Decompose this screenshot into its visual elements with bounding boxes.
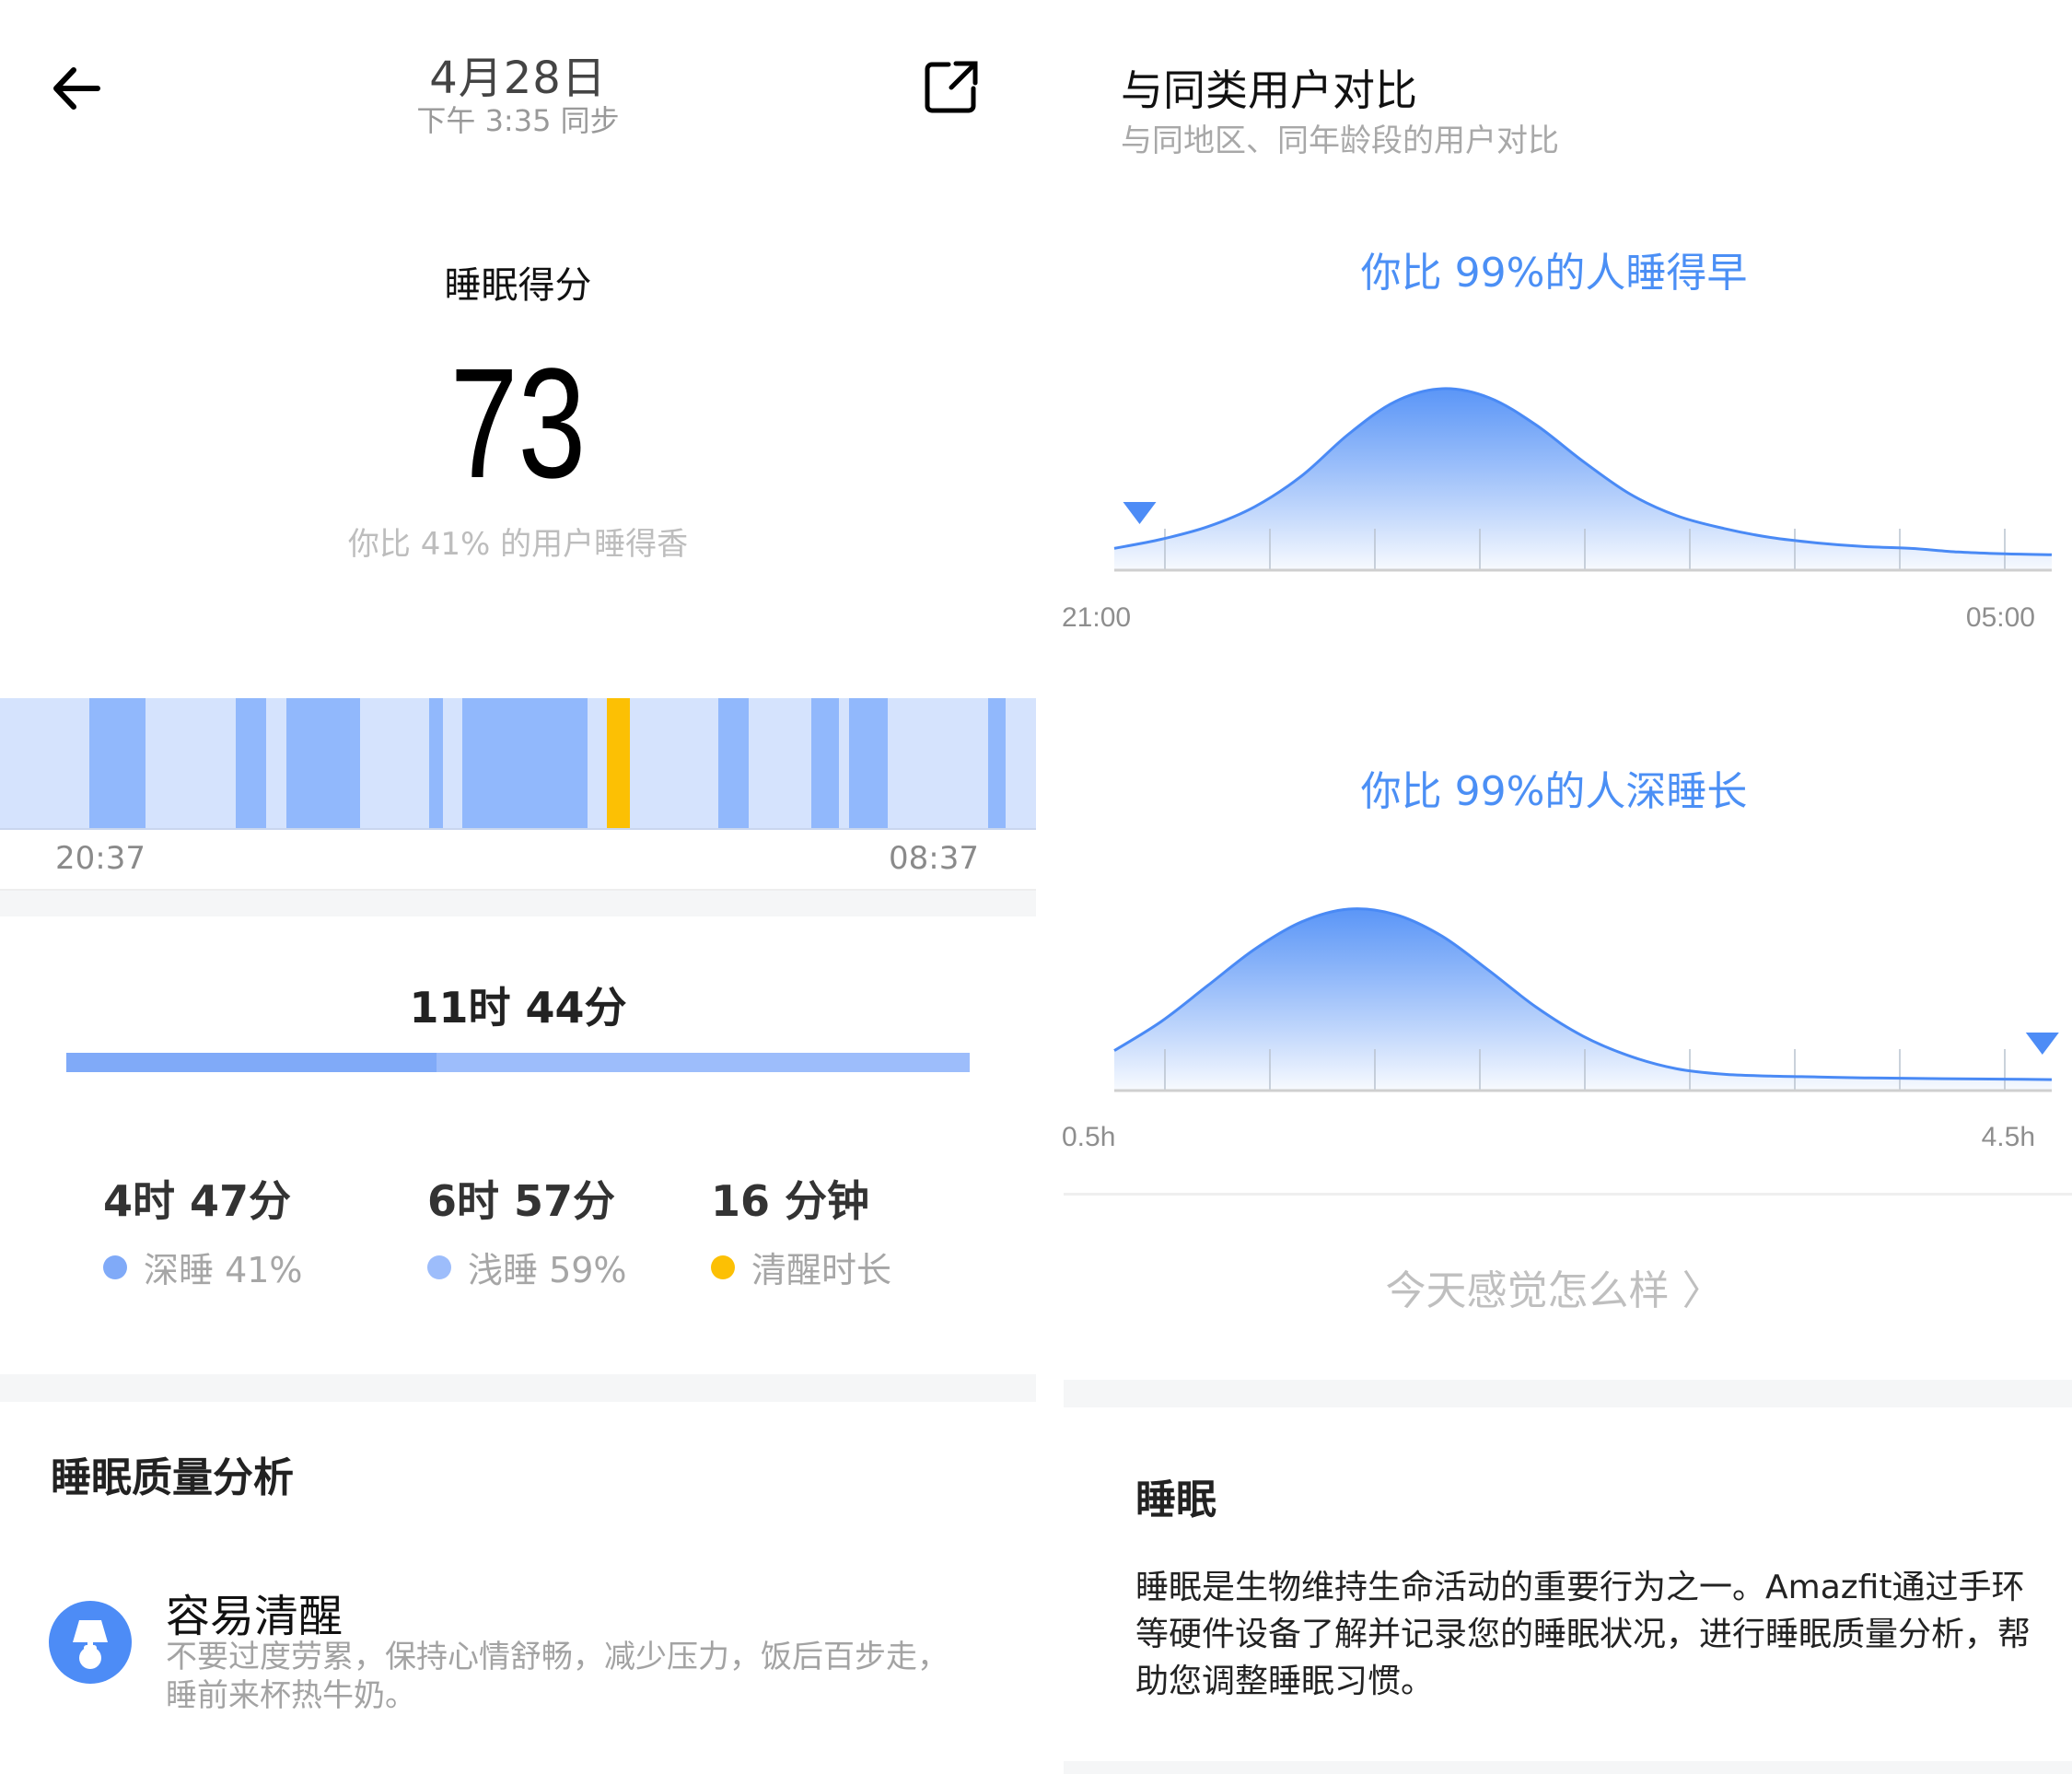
- user-position-marker: [1123, 502, 1157, 524]
- total-sleep-duration: 11时 44分: [409, 983, 627, 1033]
- analysis-item-title: 容易清醒: [166, 1591, 343, 1642]
- sync-time: 下午 3:35 同步: [416, 103, 620, 138]
- sleep-segment-awake: [607, 698, 631, 828]
- section-divider: [0, 889, 1036, 916]
- comparison-panel: 与同类用户对比 与同地区、同年龄段的用户对比 你比 99%的人睡得早 21:00…: [1036, 0, 2072, 1774]
- sleep-segment-deep: [285, 698, 360, 828]
- stat-value: 6时 57分: [427, 1176, 616, 1226]
- distribution-area: [1114, 908, 2052, 1091]
- sleep-segment-deep: [988, 698, 1007, 828]
- stat-label: 深睡 41%: [144, 1250, 303, 1290]
- info-section-title: 睡眠: [1135, 1476, 1216, 1523]
- comparison-title: 与同类用户对比: [1121, 65, 1417, 115]
- legend-dot-deep: [103, 1255, 127, 1279]
- stat-light-sleep: 6时 57分 浅睡 59%: [427, 1168, 627, 1292]
- timeline-end-time: 08:37: [889, 840, 979, 877]
- sleep-segment-deep: [717, 698, 749, 828]
- sleep-segment-deep: [461, 698, 588, 828]
- sleep-score-compare: 你比 41% 的用户睡得香: [347, 526, 689, 563]
- page-title-date: 4月28日: [429, 53, 607, 104]
- sleep-segment-deep: [236, 698, 267, 828]
- section-divider: [0, 1374, 1036, 1402]
- info-section-body: 睡眠是生物维持生命活动的重要行为之一。Amazfit通过手环等硬件设备了解并记录…: [1135, 1569, 2031, 1700]
- analysis-item-description: 不要过度劳累，保持心情舒畅，减少压力，饭后百步走，睡前来杯热牛奶。: [166, 1639, 949, 1714]
- deep-light-ratio-bar: [66, 1053, 970, 1072]
- sleep-segment-deep: [848, 698, 889, 828]
- deep-sleep-distribution-chart: 0.5h 4.5h: [1062, 907, 2059, 1151]
- share-external-icon: [925, 61, 978, 113]
- stat-label: 清醒时长: [751, 1250, 892, 1290]
- stat-value: 16 分钟: [711, 1176, 870, 1226]
- section-divider: [1064, 1380, 2072, 1407]
- distribution-area: [1114, 388, 2052, 570]
- how-do-you-feel-link[interactable]: 今天感觉怎么样 〉: [1036, 1257, 2072, 1316]
- x-tick-label-end: 05:00: [1966, 602, 2035, 633]
- x-tick-label-end: 4.5h: [1982, 1122, 2035, 1151]
- sleep-segment-deep: [811, 698, 839, 828]
- sleep-score-label: 睡眠得分: [444, 264, 592, 307]
- legend-dot-awake: [711, 1255, 735, 1279]
- chart-bedtime-title: 你比 99%的人睡得早: [1360, 250, 1748, 297]
- sleep-segment-deep: [88, 698, 146, 828]
- x-tick-label-start: 0.5h: [1062, 1122, 1115, 1151]
- sleep-stage-timeline[interactable]: [0, 698, 1036, 830]
- sleep-score-value: 73: [449, 336, 587, 511]
- stat-awake: 16 分钟 清醒时长: [711, 1168, 891, 1292]
- legend-dot-light: [427, 1255, 451, 1279]
- share-button[interactable]: [921, 57, 982, 118]
- lamp-icon: [49, 1601, 132, 1684]
- divider: [1064, 1193, 2072, 1196]
- x-tick-label-start: 21:00: [1062, 602, 1131, 633]
- deep-sleep-ratio-fill: [66, 1053, 437, 1072]
- stat-value: 4时 47分: [103, 1176, 292, 1226]
- analysis-section-title: 睡眠质量分析: [51, 1454, 294, 1501]
- section-divider: [1064, 1761, 2072, 1774]
- stat-deep-sleep: 4时 47分 深睡 41%: [103, 1168, 303, 1292]
- stat-label: 浅睡 59%: [468, 1250, 627, 1290]
- comparison-subtitle: 与同地区、同年龄段的用户对比: [1121, 123, 1559, 159]
- sleep-detail-panel: 4月28日 下午 3:35 同步 睡眠得分 73 你比 41% 的用户睡得香 2…: [0, 0, 1036, 1774]
- timeline-start-time: 20:37: [55, 840, 146, 877]
- bedtime-distribution-chart: 21:00 05:00: [1062, 387, 2053, 633]
- user-position-marker: [2025, 1033, 2059, 1055]
- chart-deep-sleep-title: 你比 99%的人深睡长: [1360, 768, 1748, 815]
- sleep-segment-deep: [428, 698, 444, 828]
